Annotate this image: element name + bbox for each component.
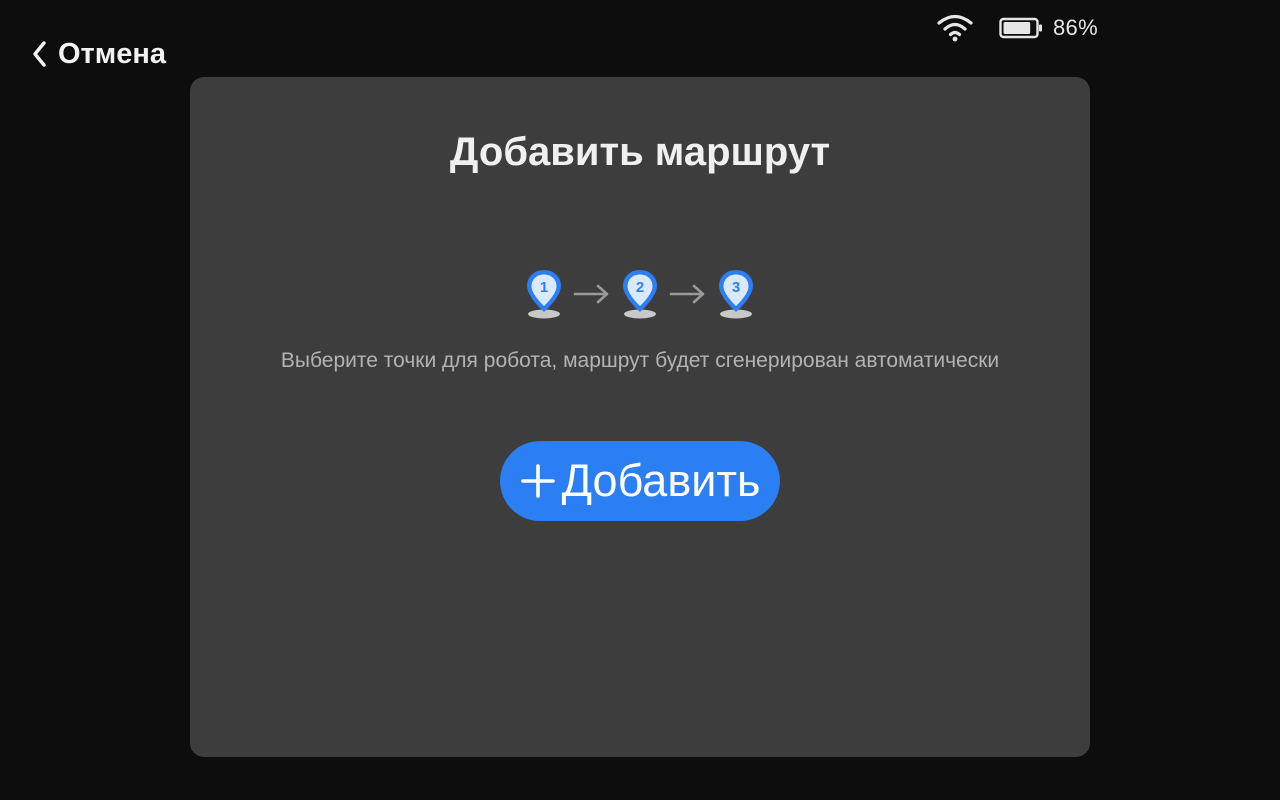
add-route-card: [190, 77, 1090, 757]
route-steps-illustration: 1 2 3: [520, 266, 760, 322]
status-bar: 86%: [935, 12, 1098, 44]
wifi-icon: [935, 12, 975, 44]
location-pin-icon: 1: [527, 270, 561, 319]
instruction-text: Выберите точки для робота, маршрут будет…: [280, 349, 1000, 372]
location-pin-icon: 2: [623, 270, 657, 319]
plus-icon: [520, 463, 556, 499]
cancel-button[interactable]: Отмена: [30, 34, 166, 74]
step-number: 1: [540, 279, 548, 296]
screen: 86% Отмена Добавить маршрут 1 2 3 Выбери…: [0, 0, 1280, 800]
battery-icon: [999, 17, 1043, 39]
arrow-right-icon: [669, 284, 705, 304]
location-pin-icon: 3: [719, 270, 753, 319]
add-route-button[interactable]: Добавить: [500, 441, 780, 521]
cancel-label: Отмена: [58, 37, 166, 70]
chevron-left-icon: [30, 40, 50, 68]
step-number: 3: [732, 279, 740, 296]
add-button-label: Добавить: [561, 455, 761, 506]
page-title: Добавить маршрут: [449, 130, 831, 174]
arrow-right-icon: [573, 284, 609, 304]
battery-percentage: 86%: [1053, 15, 1098, 40]
step-number: 2: [636, 279, 644, 296]
